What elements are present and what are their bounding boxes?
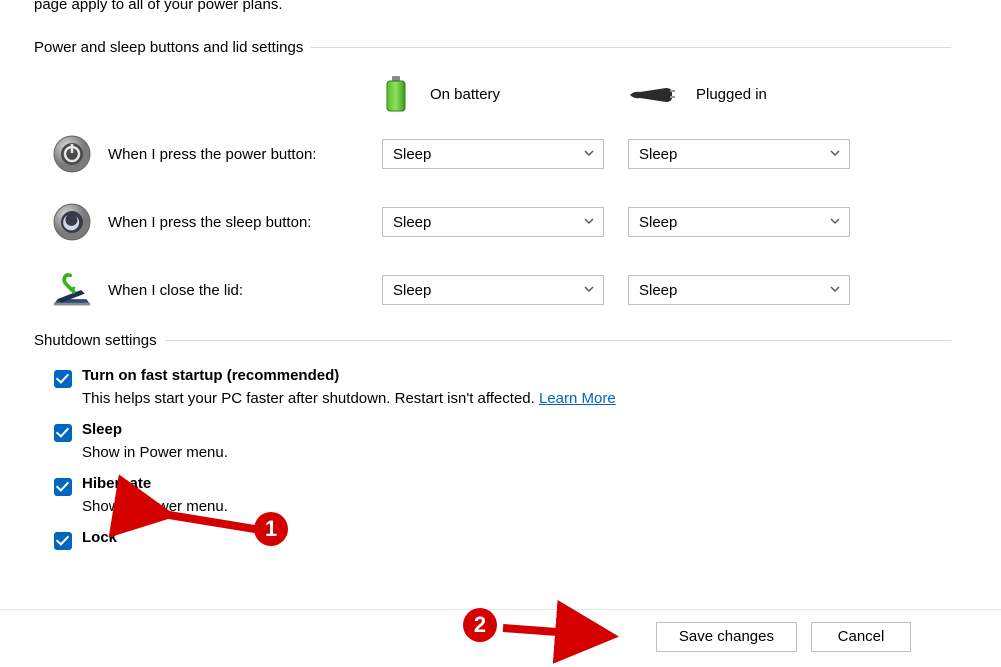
- fast-startup-title: Turn on fast startup (recommended): [82, 367, 616, 384]
- save-changes-button[interactable]: Save changes: [656, 622, 797, 652]
- lock-checkbox[interactable]: [54, 532, 72, 550]
- annotation-arrow-2: [495, 614, 625, 654]
- column-on-battery-label: On battery: [430, 86, 500, 103]
- chevron-down-icon: [583, 214, 595, 231]
- battery-icon: [382, 74, 410, 114]
- chevron-down-icon: [583, 146, 595, 163]
- lid-label: When I close the lid:: [108, 282, 243, 299]
- power-button-icon: [52, 134, 92, 174]
- sleep-button-plugged-select[interactable]: Sleep: [628, 207, 850, 237]
- power-button-label: When I press the power button:: [108, 146, 316, 163]
- power-button-battery-select[interactable]: Sleep: [382, 139, 604, 169]
- divider: [311, 47, 951, 48]
- intro-text: page apply to all of your power plans.: [34, 0, 951, 13]
- column-plugged-in-label: Plugged in: [696, 86, 767, 103]
- sleep-checkbox[interactable]: [54, 424, 72, 442]
- lid-icon: [52, 270, 92, 310]
- fast-startup-checkbox[interactable]: [54, 370, 72, 388]
- sleep-button-label: When I press the sleep button:: [108, 214, 311, 231]
- power-button-plugged-select[interactable]: Sleep: [628, 139, 850, 169]
- sleep-button-battery-select[interactable]: Sleep: [382, 207, 604, 237]
- cancel-button[interactable]: Cancel: [811, 622, 911, 652]
- annotation-arrow-1: [155, 501, 265, 541]
- section-shutdown-settings: Shutdown settings: [34, 332, 165, 349]
- lid-battery-select[interactable]: Sleep: [382, 275, 604, 305]
- column-plugged-in: Plugged in: [628, 79, 874, 109]
- lock-title: Lock: [82, 529, 117, 546]
- column-on-battery: On battery: [382, 74, 628, 114]
- sleep-button-icon: [52, 202, 92, 242]
- divider: [165, 340, 951, 341]
- fast-startup-desc: This helps start your PC faster after sh…: [82, 390, 616, 407]
- chevron-down-icon: [829, 214, 841, 231]
- hibernate-title: Hibernate: [82, 475, 228, 492]
- sleep-desc: Show in Power menu.: [82, 444, 228, 461]
- plug-icon: [628, 79, 676, 109]
- chevron-down-icon: [583, 282, 595, 299]
- chevron-down-icon: [829, 146, 841, 163]
- chevron-down-icon: [829, 282, 841, 299]
- annotation-badge-2: 2: [463, 608, 497, 642]
- hibernate-checkbox[interactable]: [54, 478, 72, 496]
- annotation-badge-1: 1: [254, 512, 288, 546]
- lid-plugged-select[interactable]: Sleep: [628, 275, 850, 305]
- section-power-sleep-lid: Power and sleep buttons and lid settings: [34, 39, 311, 56]
- sleep-title: Sleep: [82, 421, 228, 438]
- learn-more-link[interactable]: Learn More: [539, 390, 616, 407]
